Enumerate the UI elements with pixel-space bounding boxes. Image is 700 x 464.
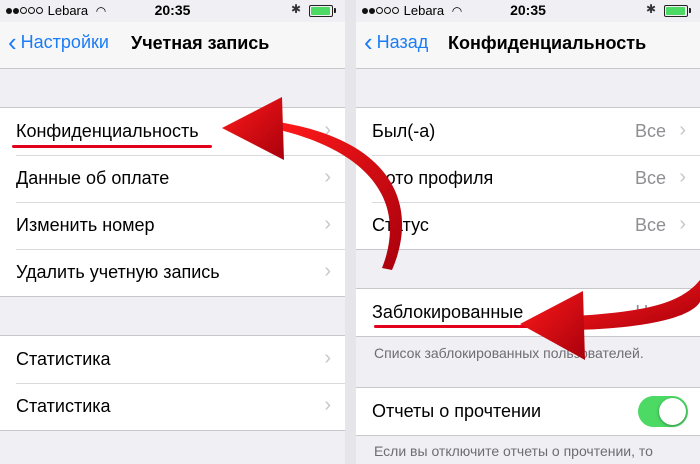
chevron-left-icon: ‹: [364, 27, 373, 57]
row-label: Был(-а): [372, 121, 436, 141]
red-underline: [12, 145, 212, 148]
row-last-seen[interactable]: Был(-а) Все ›: [356, 108, 700, 155]
back-button[interactable]: ‹ Назад: [364, 29, 429, 55]
chevron-left-icon: ‹: [8, 27, 17, 57]
chevron-right-icon: ›: [679, 300, 686, 322]
chevron-right-icon: ›: [324, 347, 331, 369]
chevron-right-icon: ›: [324, 394, 331, 416]
row-label: Отчеты о прочтении: [372, 401, 542, 421]
page-title: Конфиденциальность: [448, 33, 647, 53]
page-title: Учетная запись: [131, 33, 270, 53]
bluetooth-icon: ✱: [290, 2, 301, 16]
row-payment-info[interactable]: Данные об оплате ›: [0, 155, 345, 202]
settings-group: Конфиденциальность › Данные об оплате › Из…: [0, 107, 345, 297]
row-label: Статус: [372, 215, 429, 235]
chevron-right-icon: ›: [324, 166, 331, 188]
chevron-right-icon: ›: [324, 213, 331, 235]
chevron-right-icon: ›: [324, 119, 331, 141]
receipts-group: Отчеты о прочтении: [356, 387, 700, 436]
back-label: Назад: [376, 32, 429, 52]
statistics-group: Статистика › Статистика ›: [0, 335, 345, 431]
row-value: Все: [634, 215, 666, 235]
row-blocked[interactable]: Заблокированные Нет ›: [356, 289, 700, 336]
row-profile-photo[interactable]: Фото профиля Все ›: [356, 155, 700, 202]
nav-bar: ‹ Назад Конфиденциальность: [356, 22, 700, 69]
red-underline: [374, 325, 537, 328]
row-status[interactable]: Статус Все ›: [356, 202, 700, 249]
battery-icon: [309, 5, 336, 17]
row-value: Все: [634, 168, 666, 188]
row-value: Нет: [635, 302, 666, 322]
row-label: Статистика: [16, 396, 111, 416]
chevron-right-icon: ›: [679, 213, 686, 235]
row-statistics[interactable]: Статистика ›: [0, 336, 345, 383]
visibility-group: Был(-а) Все › Фото профиля Все › Статус Все ›: [356, 107, 700, 250]
bluetooth-icon: ✱: [645, 2, 656, 16]
receipts-note: Если вы отключите отчеты о прочтении, то: [374, 443, 653, 459]
row-label: Статистика: [16, 349, 111, 369]
battery-icon: [664, 5, 691, 17]
blocked-group: Заблокированные Нет ›: [356, 288, 700, 337]
chevron-right-icon: ›: [679, 166, 686, 188]
row-label: Удалить учетную запись: [16, 262, 220, 282]
nav-bar: ‹ Настройки Учетная запись: [0, 22, 345, 69]
status-bar: Lebara ◠ 20:35 ✱: [0, 0, 345, 22]
row-label: Заблокированные: [372, 302, 524, 322]
privacy-screen: Lebara ◠ 20:35 ✱ ‹ Назад Конфиденциальнос…: [356, 0, 700, 464]
toggle-knob: [659, 398, 686, 425]
row-delete-account[interactable]: Удалить учетную запись ›: [0, 249, 345, 296]
account-screen: Lebara ◠ 20:35 ✱ ‹ Настройки Учетная запи…: [0, 0, 345, 464]
chevron-right-icon: ›: [679, 119, 686, 141]
read-receipts-toggle[interactable]: [638, 396, 688, 427]
row-read-receipts: Отчеты о прочтении: [356, 388, 700, 435]
row-label: Изменить номер: [16, 215, 155, 235]
row-label: Данные об оплате: [16, 168, 170, 188]
chevron-right-icon: ›: [324, 260, 331, 282]
row-label: Фото профиля: [372, 168, 494, 188]
back-label: Настройки: [20, 32, 109, 52]
row-change-number[interactable]: Изменить номер ›: [0, 202, 345, 249]
blocked-note: Список заблокированных пользователей.: [374, 345, 644, 361]
status-bar: Lebara ◠ 20:35 ✱: [356, 0, 700, 22]
back-button[interactable]: ‹ Настройки: [8, 29, 109, 55]
row-label: Конфиденциальность: [16, 121, 199, 141]
row-statistics[interactable]: Статистика ›: [0, 383, 345, 430]
row-value: Все: [634, 121, 666, 141]
